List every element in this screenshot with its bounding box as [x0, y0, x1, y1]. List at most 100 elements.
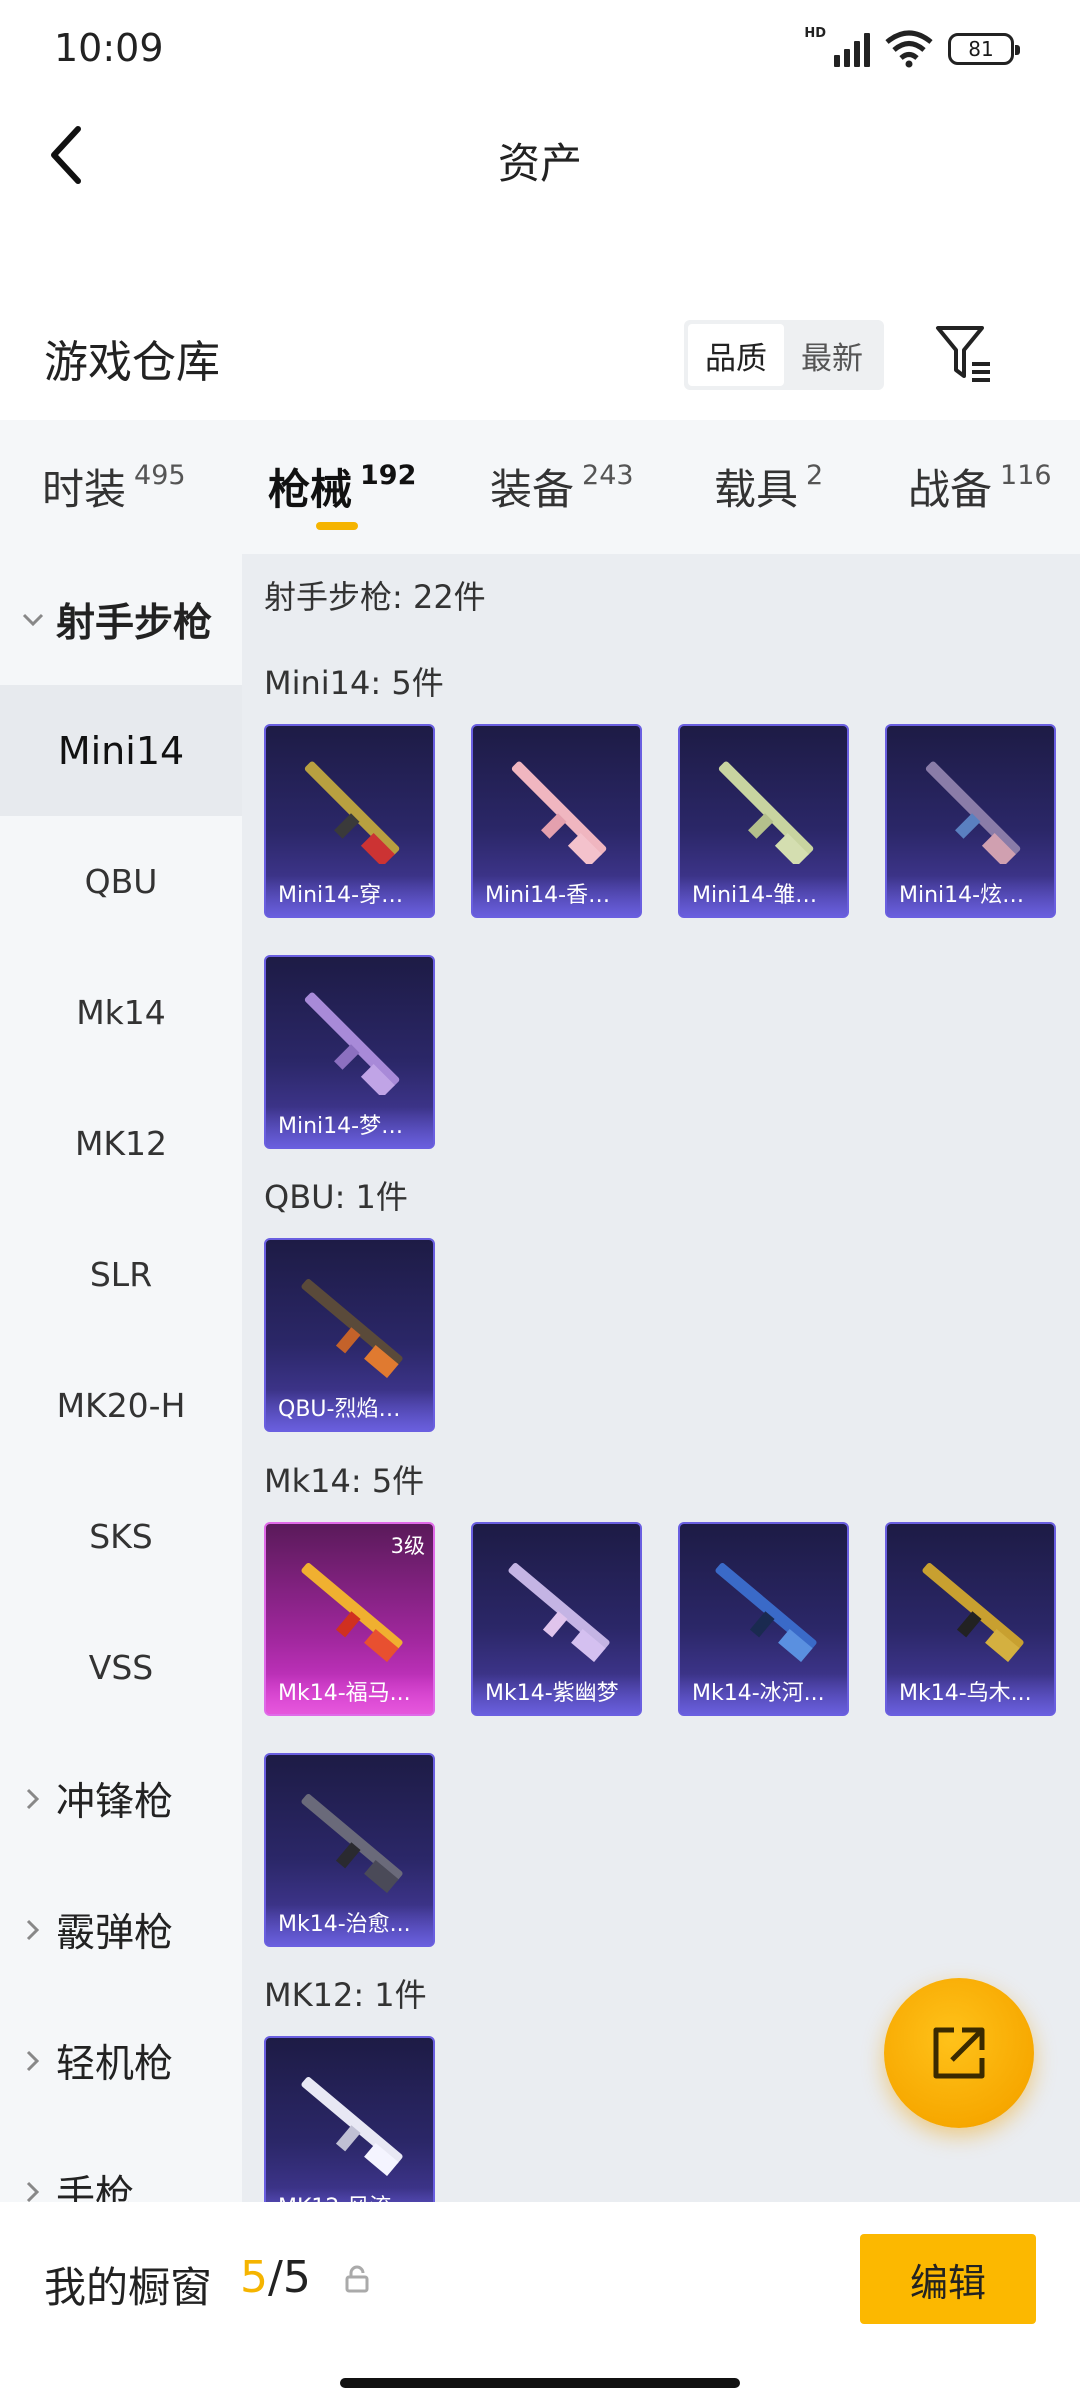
sidebar-group-label: 射手步枪: [56, 600, 213, 646]
weapon-card[interactable]: QBU-烈焰拳霸: [264, 1238, 435, 1432]
tab-count: 243: [582, 460, 634, 491]
card-label: Mini14-穿刺...: [266, 876, 433, 916]
filter-icon: [936, 326, 990, 382]
sidebar-item-mini14[interactable]: Mini14: [0, 685, 242, 816]
weapon-card[interactable]: Mini14-雏菊...: [678, 724, 849, 918]
sidebar-item-sks[interactable]: SKS: [0, 1471, 242, 1602]
rifle-icon: [511, 761, 607, 864]
sort-option-quality[interactable]: 品质: [688, 324, 784, 386]
status-icons: HD 81: [804, 26, 1020, 68]
section-title-mk14: Mk14: 5件: [264, 1462, 425, 1500]
sidebar-group-smg[interactable]: 冲锋枪: [0, 1733, 242, 1864]
section-title-qbu: QBU: 1件: [264, 1178, 408, 1216]
sidebar-group-label: 霰弹枪: [56, 1910, 174, 1956]
sort-option-newest[interactable]: 最新: [784, 324, 880, 386]
rifle-icon: [922, 1563, 1024, 1662]
category-total: 射手步枪: 22件: [264, 578, 486, 616]
tab-label: 战备: [908, 465, 993, 514]
rifle-icon: [301, 1794, 403, 1893]
section-title-mk12: MK12: 1件: [264, 1976, 427, 2014]
section-title: 游戏仓库: [44, 337, 220, 388]
rifle-icon: [301, 1563, 403, 1662]
weapon-card[interactable]: 3级 Mk14-福马...: [264, 1522, 435, 1716]
weapon-card[interactable]: Mk14-乌木...: [885, 1522, 1056, 1716]
sidebar-group-label: 手枪: [56, 2172, 135, 2203]
card-label: Mk14-紫幽梦: [473, 1674, 640, 1714]
sidebar-group-pistol[interactable]: 手枪: [0, 2126, 242, 2202]
card-label: Mini14-梦幻...: [266, 1107, 433, 1147]
sidebar-item-slr[interactable]: SLR: [0, 1209, 242, 1340]
sort-toggle: 品质 最新: [684, 320, 884, 390]
showcase-count: 5/5: [240, 2252, 311, 2303]
tab-outfits[interactable]: 时装 495: [42, 456, 186, 517]
sidebar-item-mk12[interactable]: MK12: [0, 1078, 242, 1209]
card-label: Mk14-福马...: [266, 1674, 433, 1714]
showcase-current: 5: [240, 2252, 268, 2303]
page-title: 资产: [497, 139, 582, 188]
chevron-right-icon: [18, 2177, 48, 2203]
tab-firearms[interactable]: 枪械 192: [268, 456, 416, 517]
rifle-icon: [304, 761, 400, 864]
tab-count: 495: [134, 460, 186, 491]
section-title-mini14: Mini14: 5件: [264, 664, 444, 702]
rifle-icon: [304, 992, 400, 1095]
sidebar-group-shotgun[interactable]: 霰弹枪: [0, 1864, 242, 1995]
tab-label: 枪械: [268, 465, 353, 514]
battery-level: 81: [968, 37, 994, 61]
wifi-icon: [885, 30, 933, 68]
weapon-card[interactable]: Mini14-香桃...: [471, 724, 642, 918]
tab-count: 116: [1000, 460, 1052, 491]
weapon-sidebar: 射手步枪 Mini14 QBU Mk14 MK12 SLR MK20-H SKS…: [0, 554, 242, 2202]
card-label: Mk14-乌木...: [887, 1674, 1054, 1714]
sidebar-item-mk14[interactable]: Mk14: [0, 947, 242, 1078]
sidebar-item-vss[interactable]: VSS: [0, 1602, 242, 1733]
sidebar-group-label: 冲锋枪: [56, 1779, 174, 1825]
share-fab-button[interactable]: [884, 1978, 1034, 2128]
lock-icon: [345, 2265, 369, 2293]
card-label: MK12-风流...: [266, 2188, 433, 2202]
tab-battle-gear[interactable]: 战备 116: [908, 456, 1052, 517]
tab-count: 2: [806, 460, 824, 491]
status-bar: 10:09 HD 81: [0, 0, 1080, 100]
showcase-separator: /: [268, 2252, 283, 2303]
card-label: Mk14-冰河...: [680, 1674, 847, 1714]
rifle-icon: [301, 1279, 403, 1378]
chevron-right-icon: [18, 2046, 48, 2076]
weapon-card[interactable]: Mini14-穿刺...: [264, 724, 435, 918]
category-tabs: 时装 495 枪械 192 装备 243 载具 2 战备 116: [0, 420, 1080, 554]
weapon-card[interactable]: Mini14-梦幻...: [264, 955, 435, 1149]
showcase-bar: 我的橱窗 5/5 编辑: [0, 2202, 1080, 2400]
hd-badge: HD: [804, 25, 826, 41]
showcase-label: 我的橱窗: [44, 2263, 213, 2312]
card-label: Mini14-香桃...: [473, 876, 640, 916]
home-indicator[interactable]: [340, 2378, 740, 2388]
weapon-card[interactable]: Mk14-治愈...: [264, 1753, 435, 1947]
tab-label: 载具: [714, 465, 799, 514]
weapon-card[interactable]: Mini14-炫彩...: [885, 724, 1056, 918]
rifle-icon: [508, 1563, 610, 1662]
rifle-icon: [715, 1563, 817, 1662]
edit-button[interactable]: 编辑: [860, 2234, 1036, 2324]
status-time: 10:09: [54, 26, 164, 70]
rifle-icon: [925, 761, 1021, 864]
tab-label: 装备: [490, 465, 575, 514]
tab-equipment[interactable]: 装备 243: [490, 456, 634, 517]
weapon-card[interactable]: Mk14-紫幽梦: [471, 1522, 642, 1716]
active-tab-indicator: [316, 522, 358, 530]
weapon-card[interactable]: MK12-风流...: [264, 2036, 435, 2202]
weapon-card[interactable]: Mk14-冰河...: [678, 1522, 849, 1716]
filter-button[interactable]: [932, 320, 996, 386]
sidebar-group-lmg[interactable]: 轻机枪: [0, 1995, 242, 2126]
card-label: Mini14-炫彩...: [887, 876, 1054, 916]
share-external-icon: [933, 2027, 985, 2079]
sidebar-item-qbu[interactable]: QBU: [0, 816, 242, 947]
sidebar-item-mk20h[interactable]: MK20-H: [0, 1340, 242, 1471]
chevron-right-icon: [18, 1784, 48, 1814]
signal-icon: [834, 31, 870, 67]
tab-vehicles[interactable]: 载具 2: [714, 456, 823, 517]
tab-count: 192: [360, 460, 417, 491]
sidebar-group-marksman[interactable]: 射手步枪: [0, 554, 242, 685]
navigation-bar: 资产: [0, 100, 1080, 210]
card-label: QBU-烈焰拳霸: [266, 1390, 433, 1430]
sidebar-group-label: 轻机枪: [56, 2041, 174, 2087]
